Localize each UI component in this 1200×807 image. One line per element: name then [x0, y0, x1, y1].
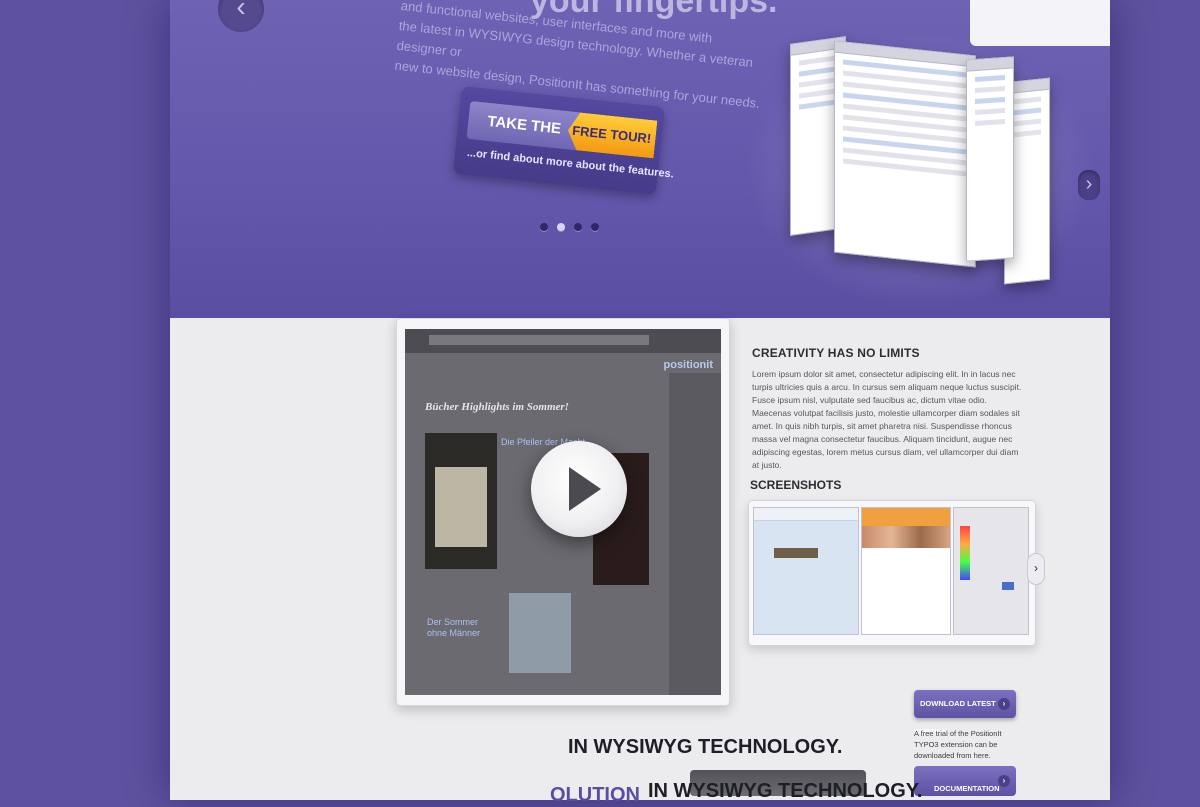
download-description: A free trial of the PositionIt TYPO3 ext…	[914, 729, 1002, 760]
documentation-label: DOCUMENTATION	[934, 784, 1000, 793]
video-frame: positionit Bücher Highlights im Sommer! …	[405, 329, 721, 695]
chevron-right-icon: ›	[998, 775, 1010, 787]
slide-dot-2[interactable]	[557, 223, 565, 231]
free-tour-button[interactable]: FREE TOUR!	[566, 111, 657, 158]
screenshots-title: SCREENSHOTS	[750, 478, 842, 492]
chevron-right-icon: ›	[1085, 173, 1093, 195]
browser-screenshot	[966, 56, 1014, 262]
screenshot-thumb-3[interactable]	[953, 507, 1029, 635]
documentation-button[interactable]: DOCUMENTATION ›	[914, 766, 1016, 796]
book-cover	[509, 593, 571, 673]
screenshots-carousel: ›	[748, 500, 1045, 646]
next-slide-button[interactable]: ›	[1078, 170, 1100, 200]
screenshot-thumb-2[interactable]	[861, 507, 951, 635]
screenshots-next-button[interactable]: ›	[1027, 553, 1045, 585]
prev-slide-button[interactable]: ‹	[218, 0, 264, 32]
free-tour-panel: TAKE THE FREE TOUR! ...or find about mor…	[452, 86, 674, 195]
creativity-title: CREATIVITY HAS NO LIMITS	[752, 346, 920, 360]
chevron-left-icon: ‹	[236, 0, 246, 22]
slide-dot-1[interactable]	[540, 223, 548, 231]
creativity-section: CREATIVITY HAS NO LIMITS Lorem ipsum dol…	[752, 346, 1022, 472]
slide-pagination	[540, 218, 608, 236]
video-page-heading: Bücher Highlights im Sommer!	[425, 401, 569, 413]
solution-heading: IN WYSIWYG TECHNOLOGY.	[568, 736, 843, 758]
hero-top-panel	[970, 0, 1110, 46]
video-book-title: Der Sommer ohne Männer	[427, 617, 481, 638]
video-sidebar	[669, 373, 721, 695]
hero-screenshot-stack	[790, 36, 1050, 290]
take-the-label[interactable]: TAKE THE	[466, 100, 582, 151]
download-latest-button[interactable]: DOWNLOAD LATEST VERSION ›	[914, 690, 1016, 736]
screenshot-thumb-1[interactable]	[753, 507, 859, 635]
video-logo: positionit	[663, 359, 714, 371]
video-player: positionit Bücher Highlights im Sommer! …	[396, 318, 730, 706]
page: ‹ your fingertips. and functional websit…	[170, 0, 1110, 806]
solution-highlight: OLUTION	[550, 784, 640, 806]
book-cover	[425, 433, 497, 569]
creativity-body: Lorem ipsum dolor sit amet, consectetur …	[752, 369, 1022, 470]
slide-dot-4[interactable]	[591, 223, 599, 231]
play-icon[interactable]	[531, 441, 627, 537]
slide-dot-3[interactable]	[574, 223, 582, 231]
hero-slider: ‹ your fingertips. and functional websit…	[170, 0, 1110, 318]
chevron-right-icon: ›	[1034, 561, 1038, 575]
browser-screenshot	[834, 40, 976, 268]
chevron-right-icon: ›	[998, 698, 1010, 710]
video-browser-bar	[405, 329, 721, 353]
